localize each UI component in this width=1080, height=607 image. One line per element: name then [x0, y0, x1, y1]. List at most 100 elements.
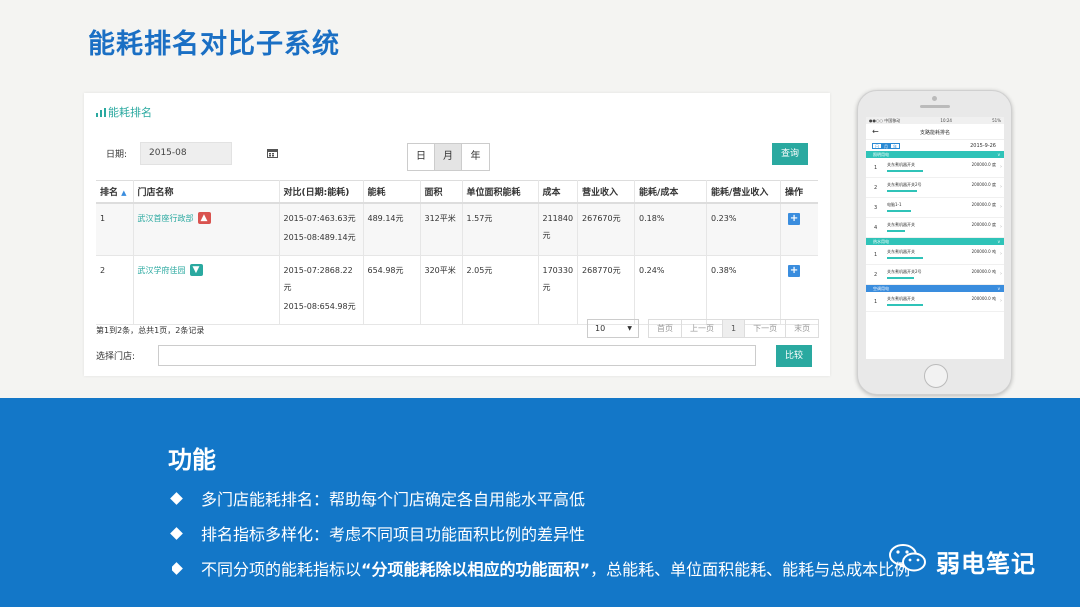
unit-energy-cell: 2.05元 [462, 255, 539, 325]
energy-ranking-panel: 能耗排名 日期: 2015-08 日 月 年 查询 排名 ▲ 门店名称 对比(日… [84, 93, 830, 376]
store-select-input[interactable] [158, 345, 756, 366]
col-unit-energy: 单位面积能耗 [462, 180, 539, 204]
phone-list-item[interactable]: 2 关东煮机器开关2号 200000.0 度 › [866, 178, 1004, 198]
sort-asc-icon[interactable]: ▲ [121, 189, 126, 197]
feature-bullet: 排名指标多样化：考虑不同项目功能面积比例的差异性 [170, 521, 585, 545]
item-name: 电脑1-1 [887, 202, 902, 207]
first-page-button[interactable]: 首页 [649, 320, 682, 337]
arrow-down-icon: ▼ [189, 264, 203, 276]
phone-camera [932, 96, 937, 101]
chevron-right-icon: › [1000, 164, 1002, 170]
phone-group-header[interactable]: 照明用电 v [866, 151, 1004, 158]
item-value: 200000.0 度 [971, 222, 996, 227]
item-bar [887, 277, 914, 279]
col-revenue: 营业收入 [577, 180, 636, 204]
item-value: 200000.0 度 [971, 182, 996, 187]
item-rank: 4 [874, 225, 878, 231]
rank-cell: 2 [96, 255, 134, 325]
phone-group-list: 照明用电 v 1 关东煮机器开关 200000.0 度 › 2 关东煮机器开关2号 200000… [866, 151, 1004, 312]
phone-list-item[interactable]: 1 关东煮机器开关 200000.0 吨 › [866, 292, 1004, 312]
col-actions: 操作 [780, 180, 818, 204]
action-cell: + [780, 255, 818, 325]
energy-cell: 654.98元 [363, 255, 421, 325]
plus-icon[interactable]: + [788, 212, 801, 225]
col-area: 面积 [420, 180, 463, 204]
phone-title: 支路能耗排名 [919, 130, 950, 136]
phone-screen: ●●○○ 中国移动 10:24 51% ← 支路能耗排名 日 月 年 2015-… [866, 117, 1004, 359]
area-cell: 312平米 [420, 202, 463, 256]
phone-tabs: 日 月 年 2015-9-26 [866, 140, 1004, 151]
calendar-icon[interactable] [267, 148, 278, 158]
next-page-button[interactable]: 下一页 [745, 320, 787, 337]
phone-header: ← 支路能耗排名 [866, 124, 1004, 140]
energy-revenue-cell: 0.23% [706, 202, 782, 256]
chevron-down-icon: v [997, 152, 1000, 157]
col-store: 门店名称 [133, 180, 280, 204]
phone-speaker [920, 105, 950, 108]
last-page-button[interactable]: 末页 [786, 320, 818, 337]
item-name: 关东煮机器开关2号 [887, 182, 922, 187]
home-button[interactable] [924, 364, 948, 388]
phone-list-item[interactable]: 2 关东煮机器开关2号 200000.0 吨 › [866, 265, 1004, 285]
compare-button[interactable]: 比较 [776, 345, 812, 367]
phone-list-item[interactable]: 3 电脑1-1 200000.0 度 › [866, 198, 1004, 218]
table-row: 1 武汉首座行政部 ▲ 2015-07:463.63元 2015-08:489.14… [96, 202, 818, 256]
chevron-right-icon: › [1000, 271, 1002, 277]
store-link[interactable]: 武汉学府佳园 [138, 266, 186, 275]
page-1-button[interactable]: 1 [723, 320, 746, 337]
date-input[interactable]: 2015-08 [140, 142, 278, 165]
store-link[interactable]: 武汉首座行政部 [138, 214, 194, 223]
table-row: 2 武汉学府佳园 ▼ 2015-07:2868.22元 2015-08:654.98… [96, 255, 818, 325]
phone-group-header[interactable]: 空调用电 v [866, 285, 1004, 292]
item-name: 关东煮机器开关 [887, 222, 915, 227]
diamond-icon [170, 492, 183, 505]
item-value: 200000.0 吨 [971, 296, 996, 301]
item-bar [887, 257, 923, 259]
query-button[interactable]: 查询 [772, 143, 808, 165]
carrier-text: ●●○○ 中国移动 [869, 118, 901, 123]
bar-chart-icon [96, 108, 106, 117]
feature-bullet: 不同分项的能耗指标以“分项能耗除以相应的功能面积”，总能耗、单位面积能耗、能耗与… [172, 556, 912, 580]
cost-cell: 211840元 [538, 202, 579, 256]
period-year-button[interactable]: 年 [462, 144, 489, 170]
action-cell: + [780, 202, 818, 256]
item-bar [887, 190, 917, 192]
item-rank: 3 [874, 205, 878, 211]
phone-mockup: ●●○○ 中国移动 10:24 51% ← 支路能耗排名 日 月 年 2015-… [857, 90, 1012, 395]
page-size-select[interactable]: 10 ▼ [587, 319, 639, 338]
wechat-logo: 弱电笔记 [888, 538, 1048, 580]
item-rank: 1 [874, 299, 878, 305]
col-energy: 能耗 [363, 180, 421, 204]
col-compare: 对比(日期:能耗) [279, 180, 364, 204]
item-rank: 2 [874, 185, 878, 191]
pagination-summary: 第1到2条，总共1页，2条记录 [96, 326, 205, 335]
store-cell: 武汉首座行政部 ▲ [133, 202, 280, 256]
phone-list-item[interactable]: 4 关东煮机器开关 200000.0 度 › [866, 218, 1004, 238]
revenue-cell: 267670元 [577, 202, 636, 256]
plus-icon[interactable]: + [788, 264, 801, 277]
phone-list-item[interactable]: 1 关东煮机器开关 200000.0 吨 › [866, 245, 1004, 265]
phone-list-item[interactable]: 1 关东煮机器开关 200000.0 度 › [866, 158, 1004, 178]
energy-cost-cell: 0.24% [634, 255, 708, 325]
item-bar [887, 230, 905, 232]
logo-text: 弱电笔记 [936, 550, 1036, 578]
prev-page-button[interactable]: 上一页 [682, 320, 723, 337]
date-label: 日期: [106, 150, 128, 160]
item-name: 关东煮机器开关2号 [887, 269, 922, 274]
arrow-up-icon: ▲ [197, 212, 211, 224]
phone-group-header[interactable]: 热水用电 v [866, 238, 1004, 245]
phone-tab-year[interactable]: 年 [890, 143, 900, 149]
features-title: 功能 [168, 446, 216, 474]
phone-date: 2015-9-26 [970, 143, 996, 149]
rank-cell: 1 [96, 202, 134, 256]
chevron-down-icon: v [997, 286, 1000, 291]
item-name: 关东煮机器开关 [887, 162, 915, 167]
chevron-right-icon: › [1000, 224, 1002, 230]
energy-cost-cell: 0.18% [634, 202, 708, 256]
col-rank[interactable]: 排名 ▲ [96, 180, 134, 204]
store-cell: 武汉学府佳园 ▼ [133, 255, 280, 325]
period-month-button[interactable]: 月 [435, 144, 462, 170]
period-day-button[interactable]: 日 [408, 144, 435, 170]
compare-cell: 2015-07:463.63元 2015-08:489.14元 [279, 202, 364, 256]
item-value: 200000.0 吨 [971, 269, 996, 274]
